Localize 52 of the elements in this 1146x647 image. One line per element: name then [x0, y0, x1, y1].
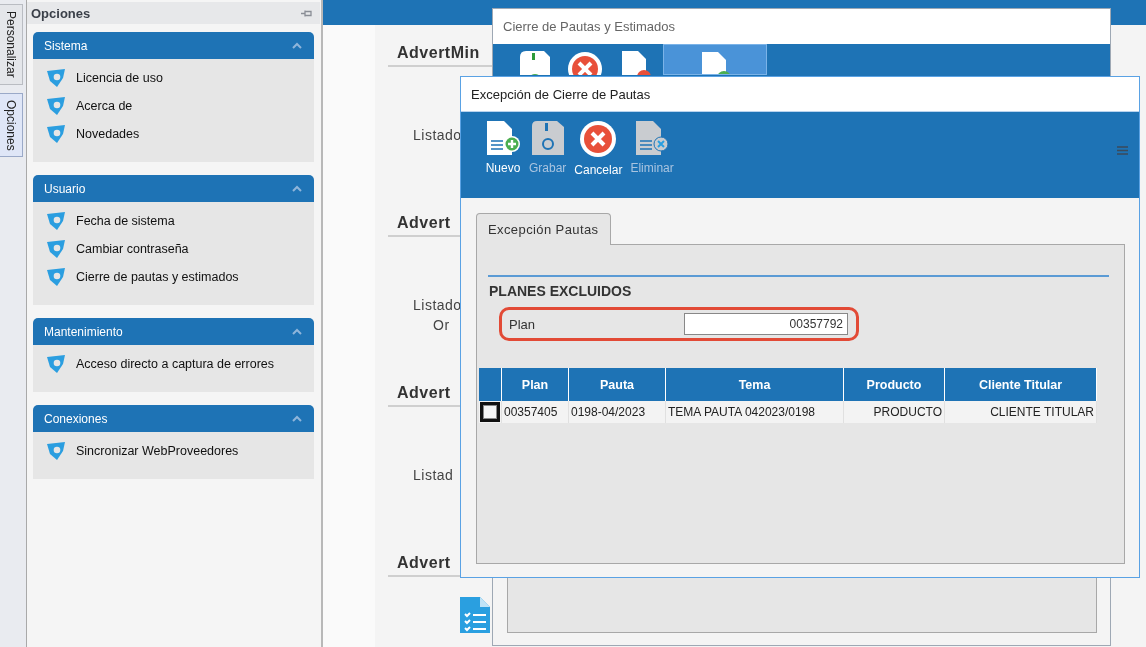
group-header[interactable]: Sistema	[33, 32, 314, 59]
plan-field[interactable]: 00357792	[684, 313, 848, 335]
group-header[interactable]: Conexiones	[33, 405, 314, 432]
column-header[interactable]: Producto	[843, 368, 945, 401]
shield-icon	[46, 268, 66, 286]
side-tab[interactable]: Opciones	[0, 92, 23, 158]
toolbar-button[interactable]: Cancelar	[574, 120, 623, 177]
group-header[interactable]: Usuario	[33, 175, 314, 202]
menu-item[interactable]: Sincronizar WebProveedores	[76, 444, 239, 458]
shield-icon	[46, 442, 66, 460]
column-header[interactable]: Cliente Titular	[944, 368, 1097, 401]
table-cell: 0198-04/2023	[568, 401, 666, 423]
tab[interactable]: Excepción Pautas	[476, 213, 612, 245]
shield-icon	[46, 69, 66, 87]
caret-icon[interactable]	[292, 42, 302, 49]
document-delete-icon	[634, 120, 671, 156]
checklist-icon[interactable]	[458, 597, 490, 633]
panel-title: Opciones	[31, 5, 91, 21]
caret-icon[interactable]	[292, 415, 302, 422]
caret-icon[interactable]	[292, 328, 302, 335]
menu-item[interactable]: Cierre de pautas y estimados	[76, 270, 239, 284]
shield-icon	[46, 240, 66, 258]
column-header[interactable]: Pauta	[568, 368, 666, 401]
menu-item[interactable]: Cambiar contraseña	[76, 242, 189, 256]
side-tab[interactable]: Personalizar	[0, 4, 23, 85]
shield-icon	[46, 97, 66, 115]
document-add-icon	[485, 120, 521, 156]
cancel-icon	[579, 120, 618, 158]
shield-icon	[46, 355, 66, 373]
section-title: PLANES EXCLUIDOS	[489, 283, 633, 299]
window-title: Excepción de Cierre de Pautas	[461, 77, 1139, 112]
column-header[interactable]: Tema	[665, 368, 844, 401]
table-cell: CLIENTE TITULAR	[944, 401, 1097, 423]
menu-item[interactable]: Fecha de sistema	[76, 214, 175, 228]
menu-item[interactable]: Novedades	[76, 127, 140, 141]
menu-icon[interactable]	[1117, 146, 1128, 155]
toolbar-button[interactable]: Nuevo	[485, 120, 521, 175]
menu-item[interactable]: Acerca de	[76, 99, 133, 113]
field-label: Plan	[509, 316, 536, 332]
pin-icon[interactable]	[301, 8, 312, 18]
shield-icon	[46, 125, 66, 143]
shield-icon	[46, 212, 66, 230]
caret-icon[interactable]	[292, 185, 302, 192]
table-cell: 00357405	[501, 401, 569, 423]
table-cell: TEMA PAUTA 042023/0198	[665, 401, 844, 423]
table-cell: PRODUCTO	[843, 401, 945, 423]
menu-item[interactable]: Licencia de uso	[76, 71, 163, 85]
column-header[interactable]: Plan	[501, 368, 569, 401]
row-checkbox[interactable]	[480, 402, 500, 422]
group-header[interactable]: Mantenimiento	[33, 318, 314, 345]
toolbar-button[interactable]	[663, 44, 767, 75]
window-title: Cierre de Pautas y Estimados	[493, 9, 1110, 44]
